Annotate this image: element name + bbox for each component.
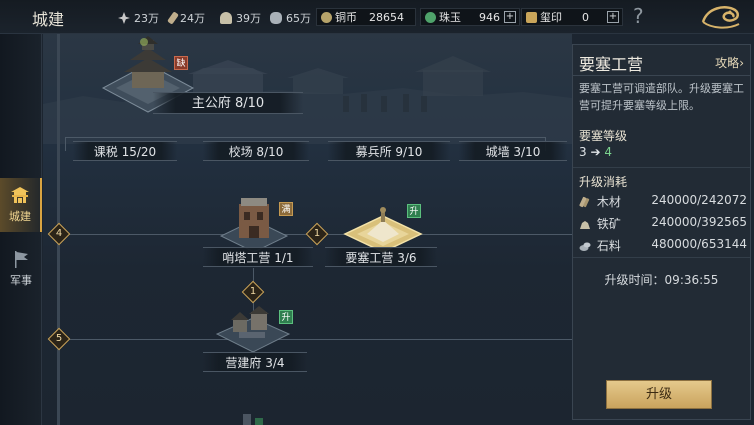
cost-heading: 升级消耗 (579, 175, 628, 189)
branch-line (65, 137, 66, 151)
currency-jade-label: 珠玉 (439, 11, 461, 24)
lacking-tag: 缺 (174, 56, 188, 70)
nav-item-military[interactable]: 军事 (0, 242, 42, 296)
add-jade-button[interactable]: + (504, 11, 516, 23)
upgrade-button[interactable]: 升级 (606, 380, 712, 409)
panel-title: 要塞工营 (579, 55, 644, 74)
divider (573, 167, 750, 168)
grain-icon (118, 12, 130, 24)
nav-item-city-build[interactable]: 城建 (0, 178, 42, 232)
cost-stone-value: 480000/653144 (651, 237, 747, 251)
cost-iron-name: 铁矿 (596, 217, 621, 231)
city-build-map: 缺 主公府 8/10 课税 15/20 校场 8/10 募兵所 9/10 城墙 … (43, 34, 572, 425)
maxed-tag: 满 (279, 202, 293, 216)
currency-seal-value: 0 (582, 10, 589, 24)
building-label-fortress-workshop[interactable]: 要塞工营 3/6 (325, 247, 437, 267)
resource-wood-value: 24万 (180, 12, 205, 25)
guide-link[interactable]: 攻略› (715, 54, 744, 71)
level-heading: 要塞等级 (579, 129, 628, 143)
divider (573, 75, 750, 76)
resource-iron-value: 39万 (236, 12, 261, 25)
cost-row-stone: 石料 480000/653144 (579, 237, 747, 255)
wood-icon (579, 196, 590, 208)
iron-icon (220, 12, 232, 24)
copper-coin-icon (321, 11, 332, 23)
stone-icon (579, 242, 591, 251)
add-seal-button[interactable]: + (607, 11, 619, 23)
chevron-right-icon: › (739, 56, 744, 70)
level-from: 3 (579, 145, 587, 159)
wood-icon (167, 11, 179, 25)
currency-copper: 铜币 28654 (316, 8, 416, 26)
cost-row-iron: 铁矿 240000/392565 (579, 215, 747, 233)
currency-jade-value: 946 (479, 10, 500, 24)
link-marker-1: 1 (305, 222, 329, 246)
left-nav: 城建 军事 (0, 34, 42, 425)
jade-icon (425, 11, 436, 23)
resource-stone-value: 65万 (286, 12, 311, 25)
pavilion-icon (11, 187, 29, 203)
next-building-peek (243, 414, 263, 425)
guide-link-label: 攻略 (715, 56, 740, 70)
resource-grain: 23万 (118, 10, 159, 26)
building-label-construction-office[interactable]: 营建府 3/4 (203, 352, 307, 372)
arrow-right-icon: ➔ (590, 145, 601, 159)
cost-row-wood: 木材 240000/242072 (579, 193, 747, 211)
stone-icon (270, 12, 282, 24)
top-bar: 城建 23万 24万 39万 65万 铜币 28654 珠玉 946 + 玺印 … (0, 0, 754, 34)
cost-wood-name: 木材 (596, 195, 621, 209)
resource-wood: 24万 (167, 10, 205, 26)
building-label-sentry-tower-workshop[interactable]: 哨塔工营 1/1 (203, 247, 313, 267)
cost-wood-value: 240000/242072 (651, 193, 747, 207)
help-button[interactable]: ? (633, 4, 644, 28)
branch-line (65, 137, 545, 138)
building-label-drill-ground[interactable]: 校场 8/10 (203, 141, 309, 161)
level-change: 3 ➔ 4 (579, 145, 612, 159)
dragon-logo-icon[interactable] (699, 2, 743, 32)
building-label-city-wall[interactable]: 城墙 3/10 (459, 141, 567, 161)
cost-stone-name: 石料 (596, 239, 621, 253)
main-hall-label: 主公府 8/10 (153, 92, 303, 114)
upgrade-time: 升级时间：09:36:55 (573, 271, 750, 288)
divider (573, 257, 750, 258)
tier-line-5 (65, 339, 572, 340)
resource-grain-value: 23万 (134, 12, 159, 25)
tier-marker-4: 4 (47, 222, 71, 246)
upgradable-tag: 升 (279, 310, 293, 324)
currency-copper-value: 28654 (369, 10, 404, 24)
resource-stone: 65万 (270, 10, 311, 26)
nav-item-military-label: 军事 (10, 274, 32, 287)
link-marker-2: 1 (241, 280, 265, 304)
seal-icon (526, 11, 537, 23)
building-label-recruit-office[interactable]: 募兵所 9/10 (328, 141, 450, 161)
tier-marker-5: 5 (47, 327, 71, 351)
cost-iron-value: 240000/392565 (651, 215, 747, 229)
upgrade-time-label: 升级时间： (604, 273, 665, 287)
nav-item-city-build-label: 城建 (9, 210, 31, 223)
flag-icon (15, 251, 28, 268)
level-to: 4 (604, 145, 612, 159)
currency-copper-label: 铜币 (335, 11, 357, 24)
currency-seal: 玺印 0 + (521, 8, 623, 26)
currency-seal-label: 玺印 (540, 11, 562, 24)
upgrade-time-value: 09:36:55 (664, 273, 719, 287)
iron-icon (580, 221, 590, 229)
building-description: 要塞工营可调遣部队。升级要塞工营可提升要塞等级上限。 (579, 82, 744, 112)
currency-jade: 珠玉 946 + (420, 8, 520, 26)
screen-title: 城建 (32, 10, 65, 29)
building-detail-panel: 要塞工营 攻略› 要塞工营可调遣部队。升级要塞工营可提升要塞等级上限。 要塞等级… (572, 44, 751, 420)
building-label-tax[interactable]: 课税 15/20 (73, 141, 177, 161)
upgradable-tag: 升 (407, 204, 421, 218)
resource-iron: 39万 (220, 10, 261, 26)
